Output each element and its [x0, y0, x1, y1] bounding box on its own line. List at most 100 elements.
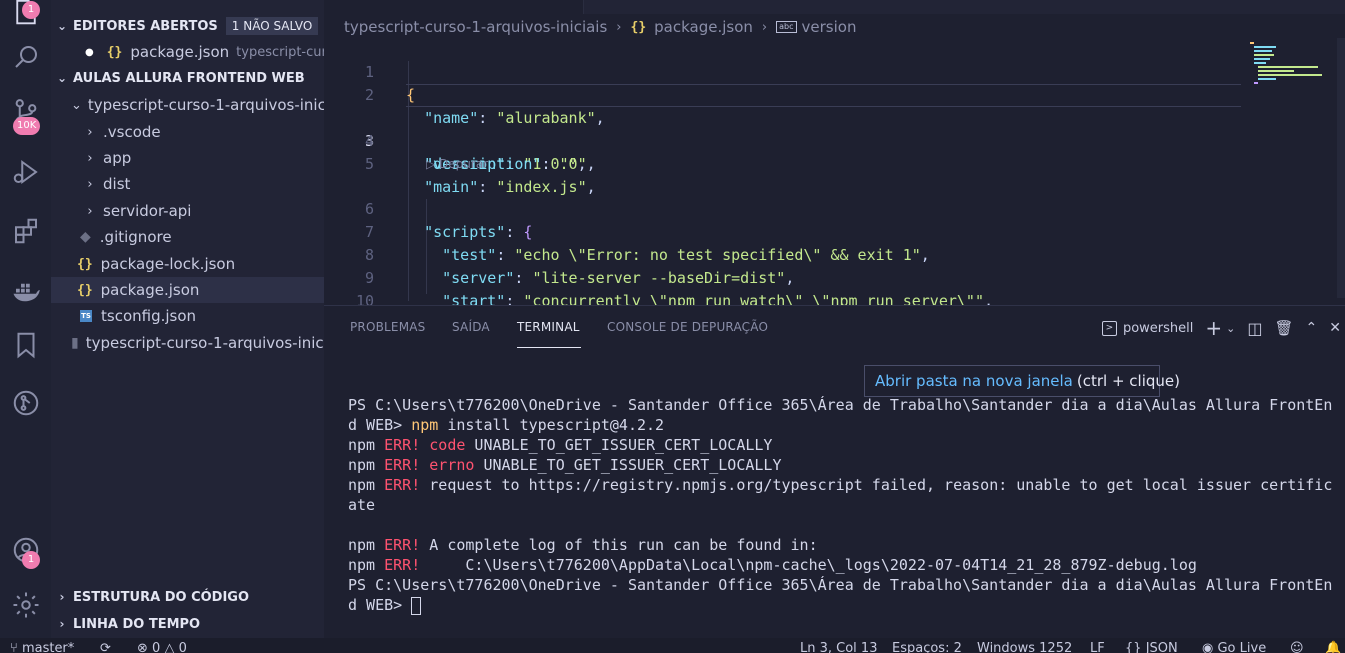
explorer-sidebar: ⌄ EDITORES ABERTOS 1 NÃO SALVO ● {} pack… [51, 0, 324, 638]
status-bar: ⑂ master* ⟳ ⊗ 0 △ 0 Ln 3, Col 13 Espaços… [0, 638, 1345, 653]
err-key: code [420, 436, 466, 454]
tree-item-label: .gitignore [99, 228, 172, 246]
breadcrumb-file[interactable]: package.json [654, 18, 753, 36]
trash-icon[interactable]: 🗑 [1274, 319, 1293, 337]
warning-icon: △ [160, 641, 179, 653]
err-label: ERR! [384, 456, 421, 474]
braces-icon: {} [1125, 641, 1146, 653]
link-tooltip: Abrir pasta na nova janela (ctrl + cliqu… [864, 365, 1180, 397]
cursor-position[interactable]: Ln 3, Col 13 [800, 640, 877, 653]
sync-icon[interactable]: ⟳ [100, 640, 111, 653]
chevron-right-icon: › [59, 617, 65, 631]
prompt-text: d WEB> [348, 596, 412, 614]
close-panel-icon[interactable]: ✕ [1329, 320, 1341, 336]
codelens-debug[interactable]: ▷ Depurar [426, 154, 488, 174]
err-label: ERR! [384, 536, 421, 554]
notifications-bell-icon[interactable]: 🔔 [1325, 640, 1341, 653]
timeline-title: LINHA DO TEMPO [73, 616, 201, 632]
err-label: ERR! [384, 436, 421, 454]
extensions-icon[interactable] [0, 207, 51, 255]
tree-item-dist[interactable]: › dist [51, 171, 324, 197]
code-line-current: 3 "version": "1.0.0", [324, 84, 1244, 173]
git-branch-icon: ⑂ [10, 641, 22, 653]
unsaved-badge: 1 NÃO SALVO [225, 17, 319, 35]
docker-icon[interactable] [0, 266, 51, 314]
add-terminal-icon[interactable]: + [1205, 316, 1222, 340]
editor-tab-package-json[interactable] [324, 0, 584, 14]
tab-problems[interactable]: PROBLEMAS [350, 320, 426, 334]
outline-header[interactable]: › ESTRUTURA DO CÓDIGO [51, 584, 324, 610]
err-value: UNABLE_TO_GET_ISSUER_CERT_LOCALLY [465, 436, 773, 454]
chevron-right-icon: › [87, 150, 93, 166]
npm-prefix: npm [348, 456, 385, 474]
tree-item-label: dist [103, 175, 131, 193]
tree-item-app[interactable]: › app [51, 145, 324, 171]
open-editors-title: EDITORES ABERTOS [73, 18, 218, 34]
search-icon[interactable] [0, 33, 51, 81]
encoding[interactable]: Windows 1252 [977, 640, 1072, 653]
minimap[interactable] [1250, 38, 1340, 98]
npm-prefix: npm [348, 476, 385, 494]
go-live-button[interactable]: ◉ Go Live [1202, 640, 1266, 653]
timeline-header[interactable]: › LINHA DO TEMPO [51, 611, 324, 637]
unsaved-dot-icon: ● [85, 46, 94, 58]
code-line: 5 "main": "index.js", [324, 130, 1244, 196]
terminal-selector[interactable]: > powershell [1101, 320, 1194, 336]
breadcrumb-symbol[interactable]: version [802, 18, 857, 36]
terminal-line: npm ERR! request to https://registry.npm… [348, 475, 1338, 495]
tooltip-link[interactable]: Abrir pasta na nova janela [875, 372, 1073, 390]
open-editor-item[interactable]: ● {} package.json typescript-curso-1-arq… [51, 39, 324, 65]
run-debug-icon[interactable] [0, 148, 51, 196]
chevron-right-icon: › [616, 19, 622, 35]
tab-output[interactable]: SAÍDA [452, 320, 490, 334]
tree-item-gitignore[interactable]: ◆ .gitignore [51, 224, 324, 250]
tab-terminal[interactable]: TERMINAL [517, 320, 580, 334]
err-key: errno [420, 456, 475, 474]
editor-area: typescript-curso-1-arquivos-iniciais › {… [324, 0, 1345, 356]
typescript-file-icon: TS [80, 310, 92, 322]
tree-item-tsconfig[interactable]: TS tsconfig.json [51, 303, 324, 329]
terminal-output[interactable]: PS C:\Users\t776200\OneDrive - Santander… [348, 395, 1338, 615]
tree-item-label: typescript-curso-1-arquivos-iniciais [85, 334, 324, 352]
err-label: ERR! [384, 476, 421, 494]
indentation[interactable]: Espaços: 2 [892, 640, 962, 653]
branch-status[interactable]: ⑂ master* [10, 640, 74, 653]
json-file-icon: {} [106, 44, 123, 60]
code-line: 10 "compile":"tsc" [324, 267, 1244, 333]
workspace-header[interactable]: ⌄ AULAS ALLURA FRONTEND WEB [51, 65, 324, 91]
explorer-badge: 1 [22, 1, 40, 19]
language-mode[interactable]: {} JSON [1125, 640, 1178, 653]
shell-name: powershell [1122, 320, 1194, 336]
tree-item-root-folder[interactable]: ⌄ typescript-curso-1-arquivos-iniciais [51, 92, 324, 118]
breadcrumb: typescript-curso-1-arquivos-iniciais › {… [344, 15, 856, 39]
editor-scrollbar[interactable] [1337, 38, 1345, 298]
git-graph-icon[interactable] [0, 379, 51, 427]
npm-prefix: npm [348, 556, 385, 574]
split-terminal-icon[interactable]: ◫ [1247, 319, 1262, 338]
err-label: ERR! [384, 556, 421, 574]
feedback-icon[interactable]: ☺ [1290, 640, 1304, 653]
tree-item-vscode[interactable]: › .vscode [51, 119, 324, 145]
tree-item-servidor-api[interactable]: › servidor-api [51, 198, 324, 224]
maximize-panel-icon[interactable]: ⌃ [1306, 320, 1318, 336]
end-of-line[interactable]: LF [1090, 640, 1105, 653]
command-args: install typescript@4.2.2 [438, 416, 665, 434]
command-name: npm [411, 416, 439, 434]
tree-item-label: package-lock.json [100, 255, 236, 273]
json-file-icon: {} [77, 256, 93, 272]
broadcast-icon: ◉ [1202, 641, 1218, 653]
open-editors-header[interactable]: ⌄ EDITORES ABERTOS 1 NÃO SALVO [51, 13, 324, 39]
tree-item-package-lock[interactable]: {} package-lock.json [51, 251, 324, 277]
branch-name: master* [21, 641, 75, 653]
bookmark-icon[interactable] [0, 321, 51, 369]
tree-item-zip[interactable]: ▮ typescript-curso-1-arquivos-iniciais [51, 330, 324, 356]
problems-status[interactable]: ⊗ 0 △ 0 [137, 640, 187, 653]
settings-gear-icon[interactable] [0, 581, 51, 629]
tree-item-package-json[interactable]: {} package.json [51, 277, 324, 303]
chevron-down-icon[interactable]: ⌄ [1226, 322, 1235, 335]
warning-count: 0 [178, 641, 187, 653]
tree-item-label: .vscode [103, 123, 161, 141]
tab-debug-console[interactable]: CONSOLE DE DEPURAÇÃO [607, 320, 768, 334]
chevron-down-icon: ⌄ [56, 71, 68, 85]
breadcrumb-folder[interactable]: typescript-curso-1-arquivos-iniciais [344, 18, 607, 36]
